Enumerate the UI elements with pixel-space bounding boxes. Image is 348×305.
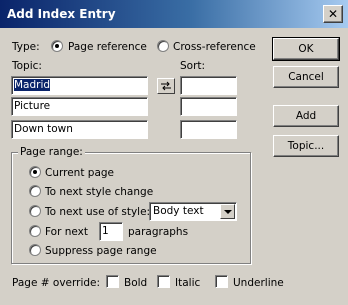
next-use-of-style-label[interactable]: To next use of style: [45,206,150,218]
suppress-range-radio[interactable] [29,244,41,256]
bold-label[interactable]: Bold [124,277,147,289]
page-range-title: Page range: [18,146,85,158]
for-next-label[interactable]: For next [45,226,88,238]
topic-field-1-text: Madrid [14,79,51,91]
chevron-down-icon[interactable] [220,204,235,219]
topic-field-3[interactable]: Down town [11,120,148,139]
italic-label[interactable]: Italic [175,277,200,289]
type-label: Type: [12,41,40,53]
page-reference-radio[interactable] [51,40,63,52]
next-use-of-style-radio[interactable] [29,205,41,217]
page-override-label: Page # override: [12,277,101,289]
current-page-label[interactable]: Current page [45,167,114,179]
page-reference-label[interactable]: Page reference [68,41,147,53]
sort-field-2[interactable] [180,97,237,116]
sort-field-1[interactable] [180,76,237,95]
sort-label: Sort: [180,60,206,72]
style-combo-value: Body text [153,205,204,217]
cancel-button[interactable]: Cancel [273,66,339,88]
topic-button[interactable]: Topic... [273,135,339,157]
current-page-radio[interactable] [29,166,41,178]
sort-field-3[interactable] [180,120,237,139]
close-button[interactable]: ✕ [323,5,343,23]
for-next-count-field[interactable]: 1 [99,222,123,241]
italic-checkbox[interactable] [157,275,170,288]
topic-field-1[interactable]: Madrid [11,76,148,95]
for-next-radio[interactable] [29,225,41,237]
topic-field-2[interactable]: Picture [11,97,148,116]
bold-checkbox[interactable] [106,275,119,288]
style-combo[interactable]: Body text [149,202,237,221]
add-button[interactable]: Add [273,105,339,127]
topic-label: Topic: [12,60,42,72]
suppress-range-label[interactable]: Suppress page range [45,245,157,257]
next-style-change-radio[interactable] [29,185,41,197]
cross-reference-label[interactable]: Cross-reference [173,41,256,53]
underline-checkbox[interactable] [215,275,228,288]
paragraphs-label: paragraphs [128,226,189,238]
title-bar: Add Index Entry ✕ [0,0,348,28]
underline-label[interactable]: Underline [233,277,284,289]
swap-icon [161,81,171,91]
ok-button[interactable]: OK [272,37,340,61]
next-style-change-label[interactable]: To next style change [45,186,153,198]
close-icon: ✕ [327,7,339,21]
swap-topic-sort-button[interactable] [157,78,175,94]
window-title: Add Index Entry [7,7,116,21]
cross-reference-radio[interactable] [157,40,169,52]
